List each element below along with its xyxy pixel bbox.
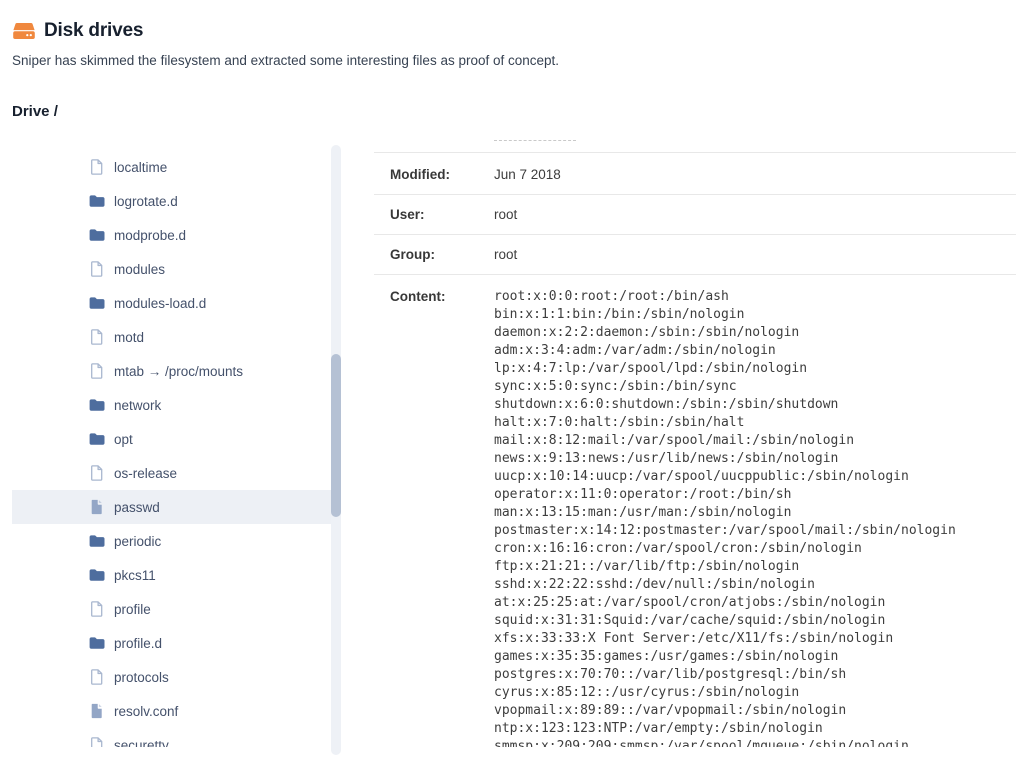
tree-item-mtab[interactable]: mtab → /proc/mounts xyxy=(12,354,331,388)
file-outline-icon xyxy=(88,362,106,380)
tree-item-label: localtime xyxy=(114,160,167,175)
content-text: root:x:0:0:root:/root:/bin/ash bin:x:1:1… xyxy=(494,288,1016,747)
folder-icon xyxy=(88,192,106,210)
tree-item-label: passwd xyxy=(114,500,160,515)
detail-row: Modified: Jun 7 2018 xyxy=(374,152,1016,195)
tree-item-label: opt xyxy=(114,432,133,447)
file-outline-icon xyxy=(88,328,106,346)
detail-row: Group: root xyxy=(374,235,1016,275)
file-outline-icon xyxy=(88,668,106,686)
tree-item-label: motd xyxy=(114,330,144,345)
tree-item-modules-load.d[interactable]: modules-load.d xyxy=(12,286,331,320)
folder-icon xyxy=(88,634,106,652)
tree-item-label: modules xyxy=(114,262,165,277)
detail-row-label: User: xyxy=(390,206,494,224)
folder-icon xyxy=(88,430,106,448)
tree-item-passwd[interactable]: passwd xyxy=(12,490,331,524)
file-tree-pane: localtime logrotate.d modprobe.d modules mod… xyxy=(12,137,331,747)
tree-item-profile.d[interactable]: profile.d xyxy=(12,626,331,660)
folder-icon xyxy=(88,226,106,244)
tree-item-opt[interactable]: opt xyxy=(12,422,331,456)
file-details-pane: Modified: Jun 7 2018 User: root Group: r… xyxy=(374,137,1016,747)
tree-item-label: modules-load.d xyxy=(114,296,206,311)
file-tree-list: localtime logrotate.d modprobe.d modules mod… xyxy=(12,150,331,747)
tree-item-modules[interactable]: modules xyxy=(12,252,331,286)
page-title: Disk drives xyxy=(44,20,143,42)
file-outline-icon xyxy=(88,260,106,278)
detail-row-label: Modified: xyxy=(390,166,494,184)
drive-heading: Drive / xyxy=(12,103,58,120)
tree-item-label: periodic xyxy=(114,534,161,549)
tree-item-pkcs11[interactable]: pkcs11 xyxy=(12,558,331,592)
tree-item-logrotate.d[interactable]: logrotate.d xyxy=(12,184,331,218)
file-filled-icon xyxy=(88,498,106,516)
tree-item-label: securetty xyxy=(114,738,169,748)
tree-scrollbar-track[interactable] xyxy=(331,145,341,755)
tree-item-profile[interactable]: profile xyxy=(12,592,331,626)
file-filled-icon xyxy=(88,702,106,720)
detail-row-value: root xyxy=(494,246,1016,264)
file-outline-icon xyxy=(88,158,106,176)
tree-item-label: mtab → /proc/mounts xyxy=(114,364,243,379)
tree-item-protocols[interactable]: protocols xyxy=(12,660,331,694)
tree-item-label: logrotate.d xyxy=(114,194,178,209)
tree-item-label: pkcs11 xyxy=(114,568,156,583)
tree-item-label: profile.d xyxy=(114,636,162,651)
tree-item-periodic[interactable]: periodic xyxy=(12,524,331,558)
tree-scrollbar-thumb[interactable] xyxy=(331,354,341,517)
file-outline-icon xyxy=(88,600,106,618)
tree-item-motd[interactable]: motd xyxy=(12,320,331,354)
clipped-dashed-underline xyxy=(494,140,576,141)
content-label: Content: xyxy=(390,288,494,747)
detail-row-value: root xyxy=(494,206,1016,224)
detail-rows: Modified: Jun 7 2018 User: root Group: r… xyxy=(374,152,1016,275)
file-outline-icon xyxy=(88,464,106,482)
tree-item-label: protocols xyxy=(114,670,169,685)
tree-item-label: os-release xyxy=(114,466,177,481)
folder-icon xyxy=(88,532,106,550)
tree-item-label: network xyxy=(114,398,161,413)
tree-item-label: resolv.conf xyxy=(114,704,178,719)
page-subtitle: Sniper has skimmed the filesystem and ex… xyxy=(12,53,559,68)
disk-drives-page: Disk drives Sniper has skimmed the files… xyxy=(0,0,1016,775)
folder-icon xyxy=(88,566,106,584)
tree-item-label: modprobe.d xyxy=(114,228,186,243)
detail-row: User: root xyxy=(374,195,1016,235)
tree-item-network[interactable]: network xyxy=(12,388,331,422)
folder-icon xyxy=(88,396,106,414)
detail-row-label: Group: xyxy=(390,246,494,264)
tree-item-label: profile xyxy=(114,602,151,617)
tree-item-resolv.conf[interactable]: resolv.conf xyxy=(12,694,331,728)
tree-item-securetty[interactable]: securetty xyxy=(12,728,331,747)
file-outline-icon xyxy=(88,736,106,747)
tree-item-localtime[interactable]: localtime xyxy=(12,150,331,184)
folder-icon xyxy=(88,294,106,312)
detail-row-value: Jun 7 2018 xyxy=(494,166,1016,184)
disk-drive-icon xyxy=(12,19,36,43)
tree-item-os-release[interactable]: os-release xyxy=(12,456,331,490)
tree-item-modprobe.d[interactable]: modprobe.d xyxy=(12,218,331,252)
content-row: Content: root:x:0:0:root:/root:/bin/ash … xyxy=(374,275,1016,747)
